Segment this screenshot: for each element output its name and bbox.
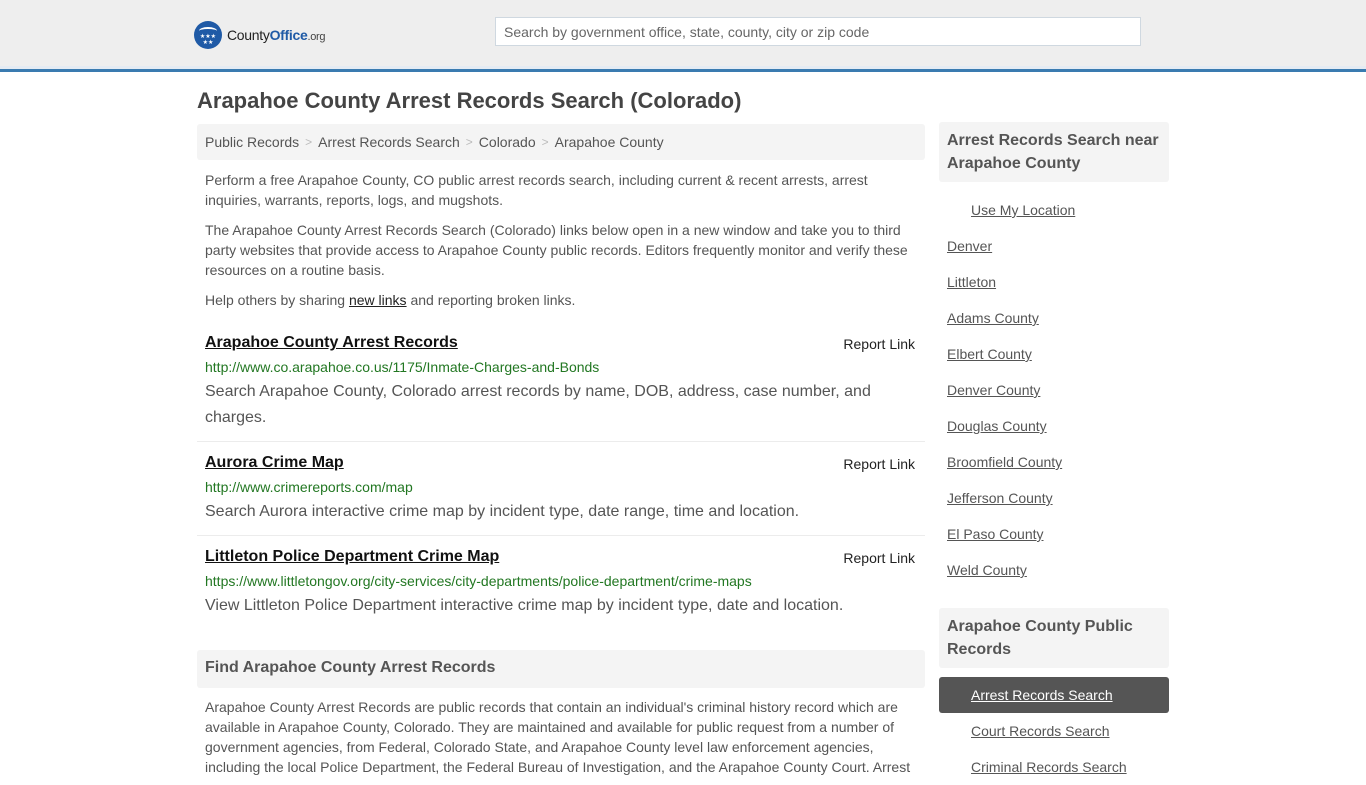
- arrest-records-search-link[interactable]: Arrest Records Search: [971, 687, 1113, 703]
- nearby-item: Jefferson County: [939, 480, 1169, 516]
- breadcrumb-arrest-records-search[interactable]: Arrest Records Search: [318, 134, 460, 150]
- nearby-item: Weld County: [939, 552, 1169, 588]
- report-link-button[interactable]: Report Link: [843, 332, 915, 356]
- report-link-button[interactable]: Report Link: [843, 546, 915, 570]
- nearby-heading: Arrest Records Search near Arapahoe Coun…: [939, 122, 1169, 182]
- page-title: Arapahoe County Arrest Records Search (C…: [197, 88, 742, 113]
- result-url[interactable]: http://www.crimereports.com/map: [205, 475, 917, 499]
- breadcrumb-colorado[interactable]: Colorado: [479, 134, 536, 150]
- find-records-body: Arapahoe County Arrest Records are publi…: [205, 699, 911, 775]
- result-description: View Littleton Police Department interac…: [205, 597, 844, 614]
- result-title-link[interactable]: Littleton Police Department Crime Map: [205, 545, 499, 569]
- intro-paragraph-3: Help others by sharing new links and rep…: [205, 292, 576, 308]
- results-list: Arapahoe County Arrest Records Report Li…: [197, 328, 925, 629]
- header-band: [0, 66, 1366, 69]
- nearby-link-el-paso-county[interactable]: El Paso County: [947, 526, 1044, 542]
- nearby-item: Denver: [939, 228, 1169, 264]
- court-records-search-link[interactable]: Court Records Search: [971, 723, 1110, 739]
- search-input[interactable]: [495, 17, 1141, 46]
- breadcrumb-public-records[interactable]: Public Records: [205, 134, 299, 150]
- intro-text: Perform a free Arapahoe County, CO publi…: [205, 170, 920, 320]
- nearby-link-jefferson-county[interactable]: Jefferson County: [947, 490, 1053, 506]
- breadcrumb-separator: >: [541, 135, 549, 149]
- result-item: Aurora Crime Map Report Link http://www.…: [197, 442, 925, 536]
- result-title-link[interactable]: Arapahoe County Arrest Records: [205, 331, 458, 355]
- nearby-item: Elbert County: [939, 336, 1169, 372]
- intro-paragraph-2: The Arapahoe County Arrest Records Searc…: [205, 222, 908, 278]
- new-links-link[interactable]: new links: [349, 292, 407, 308]
- nearby-item: Denver County: [939, 372, 1169, 408]
- public-records-heading: Arapahoe County Public Records: [939, 608, 1169, 668]
- nearby-link-weld-county[interactable]: Weld County: [947, 562, 1027, 578]
- breadcrumb: Public Records > Arrest Records Search >…: [197, 124, 925, 160]
- result-url[interactable]: https://www.littletongov.org/city-servic…: [205, 569, 917, 593]
- result-description: Search Arapahoe County, Colorado arrest …: [205, 383, 871, 426]
- nearby-link-denver[interactable]: Denver: [947, 238, 992, 254]
- find-records-heading: Find Arapahoe County Arrest Records: [197, 650, 925, 688]
- nearby-item: Littleton: [939, 264, 1169, 300]
- nearby-item: Adams County: [939, 300, 1169, 336]
- sidebar: Arrest Records Search near Arapahoe Coun…: [939, 122, 1169, 785]
- report-link-button[interactable]: Report Link: [843, 452, 915, 476]
- public-records-list: Arrest Records Search Court Records Sear…: [939, 677, 1169, 785]
- use-my-location-link[interactable]: Use My Location: [971, 202, 1075, 218]
- result-title-link[interactable]: Aurora Crime Map: [205, 451, 344, 475]
- nearby-link-denver-county[interactable]: Denver County: [947, 382, 1040, 398]
- public-records-item: Court Records Search: [939, 713, 1169, 749]
- nearby-link-douglas-county[interactable]: Douglas County: [947, 418, 1047, 434]
- public-records-item: Criminal Records Search: [939, 749, 1169, 785]
- nearby-item: Broomfield County: [939, 444, 1169, 480]
- eagle-badge-icon: ★★★ ★★: [194, 21, 222, 49]
- result-url[interactable]: http://www.co.arapahoe.co.us/1175/Inmate…: [205, 355, 917, 379]
- result-item: Arapahoe County Arrest Records Report Li…: [197, 328, 925, 442]
- nearby-item: Douglas County: [939, 408, 1169, 444]
- public-records-item-active: Arrest Records Search: [939, 677, 1169, 713]
- breadcrumb-separator: >: [465, 135, 473, 149]
- use-location-item: Use My Location: [939, 192, 1169, 228]
- nearby-item: El Paso County: [939, 516, 1169, 552]
- site-header: ★★★ ★★ CountyOffice.org: [0, 0, 1366, 72]
- nearby-link-elbert-county[interactable]: Elbert County: [947, 346, 1032, 362]
- nearby-link-adams-county[interactable]: Adams County: [947, 310, 1039, 326]
- breadcrumb-arapahoe-county[interactable]: Arapahoe County: [555, 134, 664, 150]
- nearby-list: Use My Location Denver Littleton Adams C…: [939, 192, 1169, 588]
- intro-paragraph-1: Perform a free Arapahoe County, CO publi…: [205, 172, 868, 208]
- nearby-link-broomfield-county[interactable]: Broomfield County: [947, 454, 1062, 470]
- nearby-link-littleton[interactable]: Littleton: [947, 274, 996, 290]
- breadcrumb-separator: >: [305, 135, 313, 149]
- logo-text: CountyOffice.org: [227, 27, 326, 43]
- result-description: Search Aurora interactive crime map by i…: [205, 503, 800, 520]
- criminal-records-search-link[interactable]: Criminal Records Search: [971, 759, 1127, 775]
- site-logo[interactable]: ★★★ ★★ CountyOffice.org: [194, 21, 326, 49]
- result-item: Littleton Police Department Crime Map Re…: [197, 536, 925, 629]
